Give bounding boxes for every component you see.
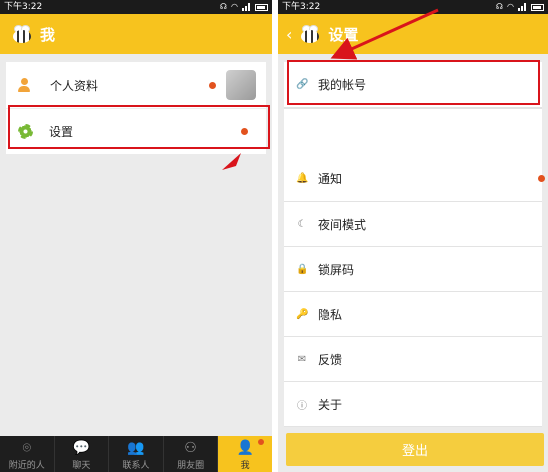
settings-item-label: 夜间模式 [318, 217, 367, 232]
status-bar: 下午3:22 ☊ ◠ [0, 0, 272, 14]
settings-item-label: 通知 [318, 172, 343, 186]
signal-icon [242, 3, 251, 11]
tab-chat[interactable]: 💬 聊天 [55, 436, 110, 472]
bee-logo-icon [296, 24, 322, 44]
battery-icon [255, 3, 268, 11]
notification-dot [209, 82, 216, 89]
contacts-icon: 👥 [127, 440, 145, 456]
me-screen: 下午3:22 ☊ ◠ 我 个人资料 设置 ⌾ 附近的人 💬 聊天 👥 联系人 ⚇… [0, 0, 272, 472]
status-time: 下午3:22 [282, 2, 321, 12]
back-chevron-icon[interactable]: ‹ [286, 25, 292, 44]
bee-logo-icon [8, 24, 34, 44]
tab-badge [257, 439, 264, 445]
signal-icon [518, 3, 527, 11]
status-icons: ☊ ◠ [220, 0, 268, 14]
tab-label: 附近的人 [8, 461, 45, 471]
settings-item-label: 关于 [318, 397, 343, 412]
settings-highlight-box [8, 105, 270, 149]
avatar [226, 70, 256, 100]
notification-dot [538, 175, 545, 182]
status-time: 下午3:22 [4, 2, 43, 12]
headset-icon: ☊ [219, 2, 228, 11]
status-icons: ☊ ◠ [496, 0, 544, 14]
logout-button[interactable]: 登出 [286, 433, 544, 466]
settings-item-label: 隐私 [318, 307, 343, 322]
menu-item-profile[interactable]: 个人资料 [6, 62, 266, 108]
app-bar: 我 [0, 14, 272, 54]
tab-moments[interactable]: ⚇ 朋友圈 [164, 436, 219, 472]
settings-item-lock-code[interactable]: 🔒 锁屏码 [284, 246, 542, 291]
account-highlight-box [287, 60, 540, 105]
settings-item-notifications[interactable]: 🔔 通知 [284, 156, 545, 201]
wifi-icon: ◠ [231, 2, 238, 11]
me-icon: 👤 [236, 440, 254, 456]
settings-list: 🔔 通知 ☾ 夜间模式 🔒 锁屏码 🔑 隐私 ✉ 反馈 ⓘ 关于 [284, 156, 545, 427]
tab-label: 我 [240, 461, 250, 471]
person-icon [18, 78, 30, 92]
lock-icon: 🔒 [296, 263, 309, 275]
bell-icon: 🔔 [296, 173, 309, 184]
mail-icon: ✉ [297, 353, 307, 365]
headset-icon: ☊ [495, 2, 504, 11]
bottom-tab-bar: ⌾ 附近的人 💬 聊天 👥 联系人 ⚇ 朋友圈 👤 我 [0, 436, 272, 472]
status-bar: 下午3:22 ☊ ◠ [278, 0, 548, 14]
chat-bubble-icon: 💬 [72, 440, 91, 456]
page-title: 我 [40, 25, 56, 44]
settings-item-feedback[interactable]: ✉ 反馈 [284, 336, 542, 381]
tab-me[interactable]: 👤 我 [218, 436, 272, 472]
tab-label: 朋友圈 [177, 461, 205, 471]
section-spacer [284, 108, 542, 156]
key-icon: 🔑 [296, 308, 309, 320]
battery-icon [531, 3, 544, 11]
wifi-icon: ◠ [507, 2, 514, 11]
location-pin-icon: ⌾ [22, 440, 31, 456]
settings-item-label: 反馈 [318, 352, 343, 367]
settings-item-night-mode[interactable]: ☾ 夜间模式 [284, 201, 542, 246]
settings-item-about[interactable]: ⓘ 关于 [284, 381, 542, 426]
tab-contacts[interactable]: 👥 联系人 [109, 436, 164, 472]
info-icon: ⓘ [297, 400, 307, 412]
settings-item-privacy[interactable]: 🔑 隐私 [284, 291, 542, 336]
circles-icon: ⚇ [184, 440, 197, 456]
page-title: 设置 [328, 25, 359, 44]
tab-nearby[interactable]: ⌾ 附近的人 [0, 436, 55, 472]
moon-icon: ☾ [297, 218, 307, 230]
menu-item-label: 个人资料 [50, 78, 99, 93]
tab-label: 聊天 [72, 461, 91, 471]
settings-item-label: 锁屏码 [318, 262, 355, 277]
tab-label: 联系人 [122, 461, 150, 471]
app-bar: ‹ 设置 [278, 14, 548, 54]
